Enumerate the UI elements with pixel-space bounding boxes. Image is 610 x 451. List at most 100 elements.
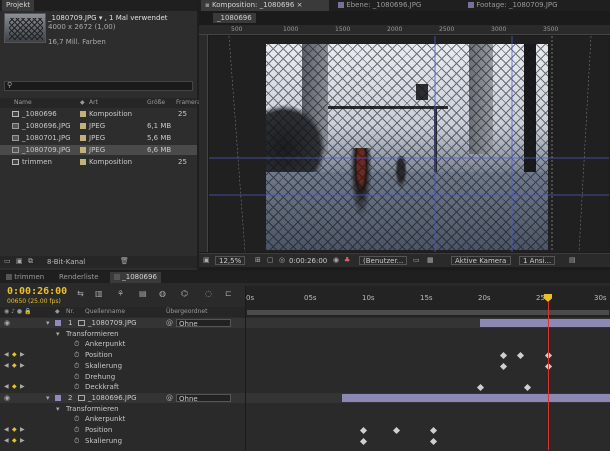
col-frame[interactable]: Framera	[176, 98, 201, 108]
keyframe[interactable]	[429, 437, 438, 445]
project-item[interactable]: _1080696.JPG JPEG 6,1 MB	[0, 121, 197, 131]
expand-arrow-icon[interactable]: ▾	[46, 393, 50, 403]
timeline-current-time[interactable]: 0:00:26:00	[7, 286, 67, 297]
tab-composition[interactable]: ▪ Komposition: _1080696 ×	[201, 0, 329, 11]
prev-keyframe-icon[interactable]: ◀	[4, 436, 9, 446]
label-color-swatch[interactable]	[55, 394, 61, 401]
parent-select[interactable]: Ohne	[176, 393, 231, 403]
views-select[interactable]: 1 Ansi...	[519, 256, 556, 265]
property-row[interactable]: ⏱ Ankerpunkt	[0, 339, 610, 350]
zoom-select[interactable]: 12,5%	[215, 256, 246, 265]
color-channels-icon[interactable]: ♣	[344, 256, 350, 264]
search-input[interactable]	[16, 82, 186, 90]
add-keyframe-icon[interactable]: ◆	[12, 436, 17, 446]
layer-duration-bar[interactable]	[480, 319, 610, 327]
property-row[interactable]: ◀ ◆ ▶ ⏱ Skalierung	[0, 360, 610, 371]
label-color-swatch[interactable]	[80, 111, 86, 117]
tab-footage[interactable]: Footage: _1080709.JPG	[464, 0, 562, 11]
keyframe[interactable]	[392, 426, 401, 435]
frame-blending-icon[interactable]: ▤	[139, 289, 147, 298]
label-color-swatch[interactable]	[80, 147, 86, 153]
property-group-row[interactable]: ▾ Transformieren	[0, 328, 610, 339]
col-name[interactable]: Name	[14, 98, 32, 108]
property-row[interactable]: ◀ ◆ ▶ ⏱ Deckkraft	[0, 382, 610, 393]
stopwatch-icon[interactable]: ⏱	[74, 361, 79, 371]
label-color-swatch[interactable]	[55, 320, 61, 326]
add-keyframe-icon[interactable]: ◆	[12, 361, 17, 371]
next-keyframe-icon[interactable]: ▶	[20, 361, 25, 371]
comp-canvas[interactable]	[209, 36, 609, 252]
keyframe[interactable]	[429, 426, 438, 435]
next-keyframe-icon[interactable]: ▶	[20, 350, 25, 360]
safe-zones-icon[interactable]: ⊞	[255, 256, 261, 264]
stopwatch-icon[interactable]: ⏱	[74, 372, 79, 382]
layer-duration-bar[interactable]	[342, 393, 610, 402]
add-keyframe-icon[interactable]: ◆	[12, 350, 17, 360]
comp-mini-flowchart-icon[interactable]: ⇆	[77, 289, 84, 298]
layer-name[interactable]: _1080709.JPG	[88, 318, 137, 328]
stopwatch-icon[interactable]: ⏱	[74, 414, 79, 424]
col-size[interactable]: Größe	[147, 98, 165, 108]
project-item[interactable]: _1080701.JPG JPEG 5,6 MB	[0, 133, 197, 143]
property-row[interactable]: ⏱ Ankerpunkt	[0, 414, 610, 425]
keyframe[interactable]	[499, 352, 508, 360]
stopwatch-icon[interactable]: ⏱	[74, 382, 79, 392]
camera-select[interactable]: Aktive Kamera	[451, 256, 511, 265]
project-search-field[interactable]: ⚲	[4, 81, 193, 91]
stopwatch-icon[interactable]: ⏱	[74, 425, 79, 435]
next-keyframe-icon[interactable]: ▶	[20, 382, 25, 392]
prev-keyframe-icon[interactable]: ◀	[4, 361, 9, 371]
prev-keyframe-icon[interactable]: ◀	[4, 382, 9, 392]
prev-keyframe-icon[interactable]: ◀	[4, 425, 9, 435]
graph-icon[interactable]: ⊏	[225, 289, 232, 298]
new-comp-icon[interactable]: ⧉	[28, 257, 33, 266]
project-item[interactable]: _1080696 Komposition 25	[0, 109, 197, 119]
project-item[interactable]: _1080709.JPG JPEG 6,6 MB	[0, 145, 197, 155]
brainstorm-icon[interactable]: ◌	[205, 289, 212, 298]
tab-project[interactable]: Projekt	[2, 0, 35, 11]
add-keyframe-icon[interactable]: ◆	[12, 382, 17, 392]
draft-3d-icon[interactable]: ▥	[95, 289, 103, 298]
visibility-eye-icon[interactable]: ◉	[4, 393, 10, 403]
panel-menu-icon[interactable]: ▤	[569, 256, 576, 264]
col-parent[interactable]: Übergeordnet	[166, 307, 207, 317]
label-color-swatch[interactable]	[80, 159, 86, 165]
project-item[interactable]: trimmen Komposition 25	[0, 157, 197, 167]
prev-keyframe-icon[interactable]: ◀	[4, 350, 9, 360]
transparency-icon[interactable]: ▦	[427, 256, 434, 264]
expand-arrow-icon[interactable]: ▾	[56, 404, 60, 414]
shy-layers-icon[interactable]: ⚘	[117, 289, 124, 298]
tab-renderliste[interactable]: Renderliste	[55, 272, 103, 283]
tab-layer[interactable]: Ebene: _1080696.JPG	[334, 0, 425, 11]
file-name-label[interactable]: _1080709.JPG ▾ , 1 Mal verwendet	[48, 14, 168, 22]
tab-comp-1080696[interactable]: _1080696	[110, 272, 161, 283]
stopwatch-icon[interactable]: ⏱	[74, 339, 79, 349]
work-area-bar[interactable]	[247, 310, 609, 315]
col-source-name[interactable]: Quellenname	[85, 307, 125, 317]
keyframe[interactable]	[499, 362, 508, 370]
comp-breadcrumb[interactable]: _1080696	[213, 13, 256, 23]
property-group-row[interactable]: ▾ Transformieren	[0, 403, 610, 414]
close-icon[interactable]: ×	[297, 1, 303, 9]
next-keyframe-icon[interactable]: ▶	[20, 425, 25, 435]
snapshot-icon[interactable]: ◎	[279, 256, 285, 264]
next-keyframe-icon[interactable]: ▶	[20, 436, 25, 446]
label-color-swatch[interactable]	[80, 123, 86, 129]
col-type[interactable]: Art	[89, 98, 98, 108]
stopwatch-icon[interactable]: ⏱	[74, 350, 79, 360]
keyframe[interactable]	[359, 437, 368, 445]
add-keyframe-icon[interactable]: ◆	[12, 425, 17, 435]
graph-editor-icon[interactable]: ⌬	[181, 289, 188, 298]
preview-icon[interactable]: ▣	[203, 256, 210, 264]
stopwatch-icon[interactable]: ⏱	[74, 436, 79, 446]
delete-icon[interactable]: 🗑	[120, 257, 129, 265]
region-icon[interactable]: ▭	[413, 256, 420, 264]
keyframe[interactable]	[359, 426, 368, 435]
interpret-footage-icon[interactable]: ▭	[4, 257, 11, 265]
camera-icon[interactable]: ◉	[333, 256, 339, 264]
keyframe[interactable]	[476, 384, 485, 392]
property-row[interactable]: ◀ ◆ ▶ ⏱ Position	[0, 350, 610, 361]
visibility-eye-icon[interactable]: ◉	[4, 318, 10, 328]
resolution-select[interactable]: (Benutzer...	[359, 256, 408, 265]
current-time-display[interactable]: 0:00:26:00	[289, 257, 327, 265]
